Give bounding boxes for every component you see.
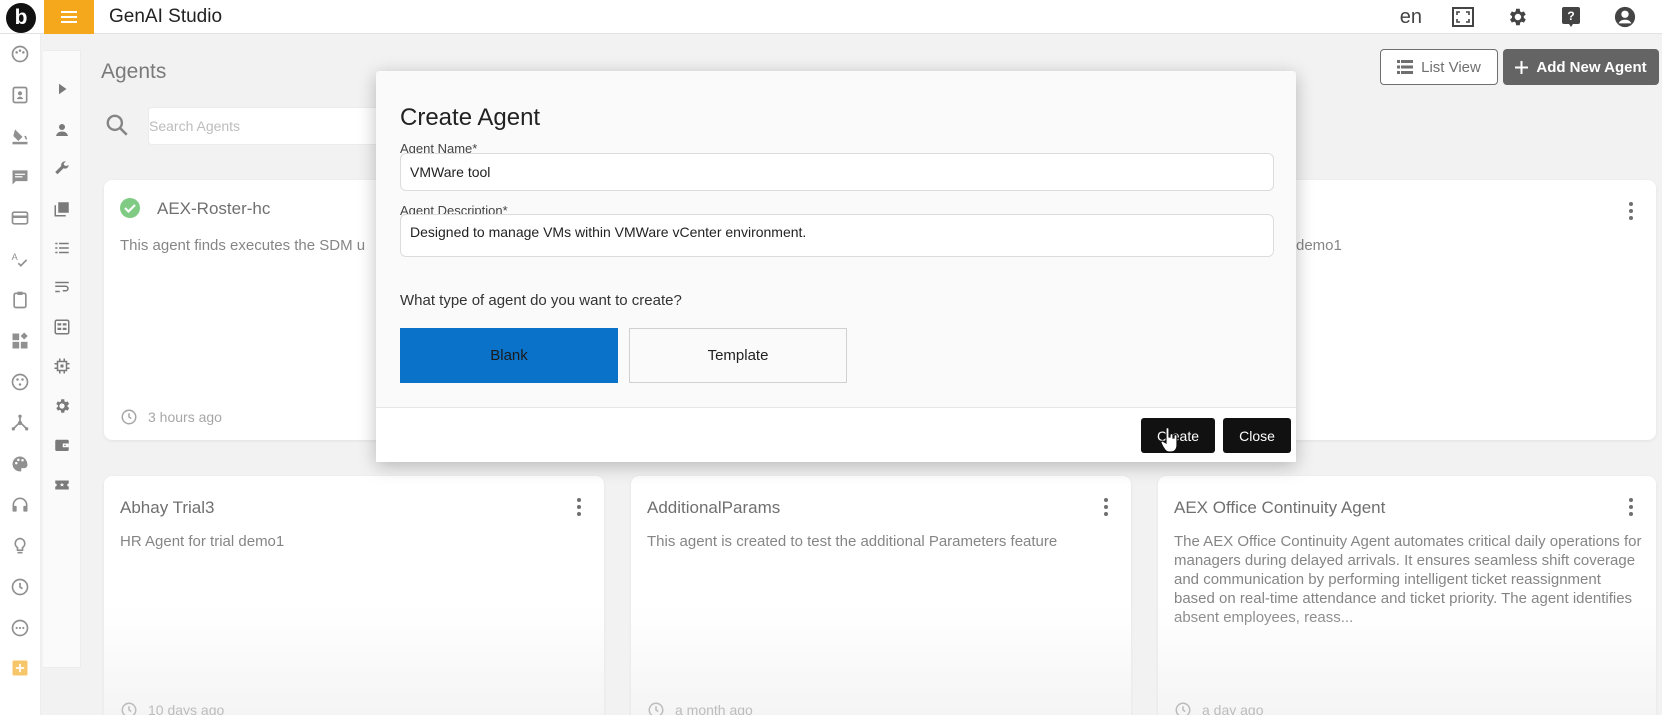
dialog-title: Create Agent	[400, 104, 541, 131]
hamburger-icon	[61, 11, 77, 23]
help-icon[interactable]: ?	[1558, 4, 1584, 30]
agent-description-textarea[interactable]: Designed to manage VMs within VMWare vCe…	[400, 214, 1274, 257]
top-bar: b GenAI Studio en ?	[0, 0, 1662, 34]
fullscreen-icon[interactable]	[1450, 4, 1476, 30]
create-agent-dialog: Create Agent Agent Name* VMWare tool Age…	[376, 71, 1296, 462]
language-selector[interactable]: en	[1400, 6, 1422, 29]
app-title: GenAI Studio	[109, 6, 223, 27]
menu-toggle-button[interactable]	[44, 0, 94, 34]
app-logo[interactable]: b	[6, 3, 36, 33]
svg-text:?: ?	[1567, 9, 1574, 23]
template-type-button[interactable]: Template	[629, 328, 847, 383]
agent-type-question: What type of agent do you want to create…	[400, 292, 682, 309]
top-right-actions: en ?	[1400, 0, 1662, 34]
account-icon[interactable]	[1612, 4, 1638, 30]
agent-name-input[interactable]: VMWare tool	[400, 153, 1274, 191]
dialog-footer: Create Close	[376, 407, 1296, 462]
logo-letter: b	[14, 6, 28, 29]
hand-cursor-icon	[1160, 427, 1178, 453]
blank-type-button[interactable]: Blank	[400, 328, 618, 383]
close-button[interactable]: Close	[1223, 418, 1291, 453]
settings-gear-icon[interactable]	[1504, 4, 1530, 30]
